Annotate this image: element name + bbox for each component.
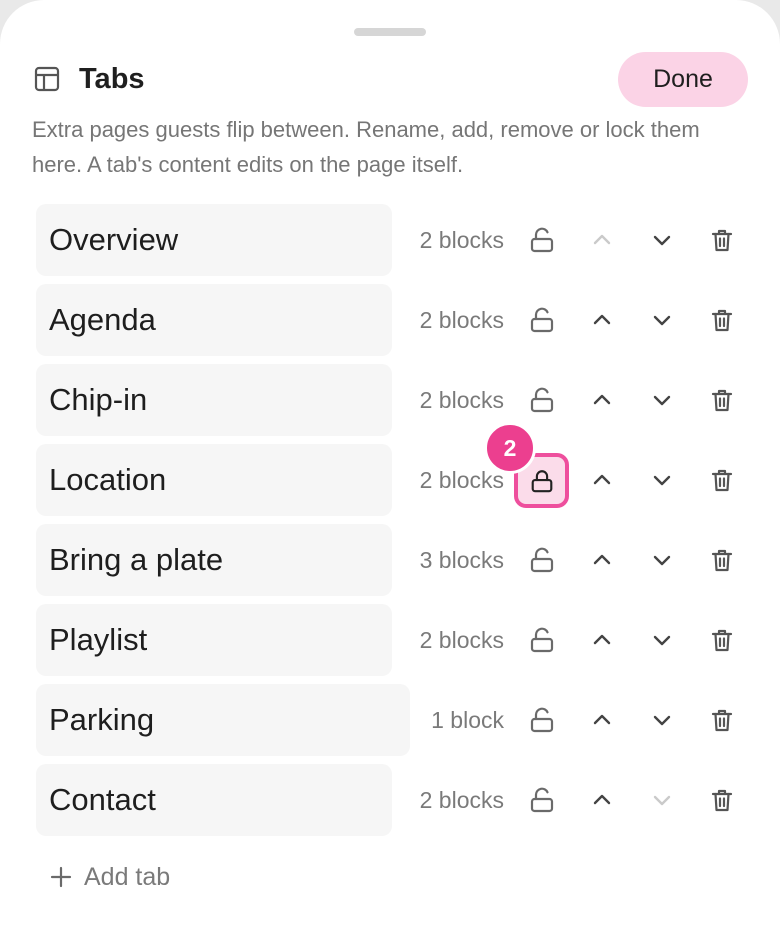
delete-tab-button[interactable] (699, 297, 745, 343)
lock-toggle-button[interactable] (519, 617, 565, 663)
trash-icon (711, 629, 733, 652)
move-down-button[interactable] (639, 377, 685, 423)
trash-icon (711, 229, 733, 252)
chevron-up-icon (593, 394, 611, 405)
trash-icon (711, 549, 733, 572)
tab-name-input[interactable] (36, 684, 410, 756)
move-down-button[interactable] (639, 777, 685, 823)
tab-row: 2 blocks (36, 284, 756, 356)
delete-tab-button[interactable] (699, 217, 745, 263)
tab-row: 2 blocks (36, 764, 756, 836)
block-count: 2 blocks (419, 787, 504, 813)
block-count: 2 blocks (419, 307, 504, 333)
tab-name-input[interactable] (36, 524, 392, 596)
tab-row: 2 blocks 2 (36, 422, 756, 516)
tab-list: 2 blocks 2 blocks (36, 204, 756, 844)
chevron-down-icon (653, 635, 671, 646)
move-up-button[interactable] (579, 537, 625, 583)
chevron-up-icon (593, 554, 611, 565)
block-count: 1 block (431, 707, 504, 733)
add-tab-button[interactable]: Add tab (50, 856, 170, 898)
sheet-grabber[interactable] (354, 28, 426, 36)
unlocked-icon (530, 707, 554, 733)
move-up-button[interactable] (579, 617, 625, 663)
chevron-up-icon (593, 714, 611, 725)
done-button[interactable]: Done (618, 52, 748, 107)
chevron-down-icon (653, 315, 671, 326)
tab-name-input[interactable] (36, 764, 392, 836)
lock-toggle-button[interactable] (519, 297, 565, 343)
step-badge: 2 (484, 422, 536, 474)
unlocked-icon (530, 307, 554, 333)
trash-icon (711, 789, 733, 812)
move-down-button[interactable] (639, 297, 685, 343)
move-down-button[interactable] (639, 537, 685, 583)
block-count: 2 blocks (419, 227, 504, 253)
tab-row: 3 blocks (36, 524, 756, 596)
delete-tab-button[interactable] (699, 457, 745, 503)
move-up-button[interactable] (579, 777, 625, 823)
sheet-description: Extra pages guests flip between. Rename,… (32, 117, 700, 177)
tab-name-input[interactable] (36, 444, 392, 516)
unlocked-icon (530, 387, 554, 413)
delete-tab-button[interactable] (699, 617, 745, 663)
trash-icon (711, 389, 733, 412)
tab-row: 2 blocks (36, 604, 756, 676)
locked-icon (531, 469, 552, 492)
trash-icon (711, 469, 733, 492)
chevron-down-icon (653, 475, 671, 486)
chevron-up-icon (593, 634, 611, 645)
move-up-button[interactable] (579, 297, 625, 343)
chevron-up-icon (593, 234, 611, 245)
move-down-button[interactable] (639, 697, 685, 743)
tab-name-input[interactable] (36, 604, 392, 676)
move-up-button[interactable] (579, 457, 625, 503)
trash-icon (711, 309, 733, 332)
delete-tab-button[interactable] (699, 697, 745, 743)
lock-toggle-button[interactable] (519, 697, 565, 743)
layout-icon (34, 66, 60, 92)
tab-name-input[interactable] (36, 364, 392, 436)
tab-row: 2 blocks (36, 204, 756, 276)
add-tab-label: Add tab (84, 862, 171, 891)
sheet-title: Tabs (79, 63, 145, 95)
plus-icon (50, 866, 72, 888)
chevron-down-icon (653, 555, 671, 566)
tab-name-input[interactable] (36, 204, 392, 276)
chevron-down-icon (653, 235, 671, 246)
chevron-down-icon (653, 795, 671, 806)
delete-tab-button[interactable] (699, 377, 745, 423)
move-down-button[interactable] (639, 457, 685, 503)
block-count: 2 blocks (419, 387, 504, 413)
chevron-up-icon (593, 474, 611, 485)
delete-tab-button[interactable] (699, 537, 745, 583)
chevron-down-icon (653, 395, 671, 406)
chevron-up-icon (593, 794, 611, 805)
move-down-button[interactable] (639, 617, 685, 663)
unlocked-icon (530, 627, 554, 653)
tab-row: 1 block (36, 684, 756, 756)
block-count: 3 blocks (419, 547, 504, 573)
chevron-up-icon (593, 314, 611, 325)
move-up-button[interactable] (579, 697, 625, 743)
move-down-button[interactable] (639, 217, 685, 263)
tab-name-input[interactable] (36, 284, 392, 356)
chevron-down-icon (653, 715, 671, 726)
trash-icon (711, 709, 733, 732)
unlocked-icon (530, 227, 554, 253)
lock-toggle-button[interactable] (519, 217, 565, 263)
lock-toggle-button[interactable] (519, 377, 565, 423)
unlocked-icon (530, 547, 554, 573)
lock-toggle-button[interactable] (519, 537, 565, 583)
lock-toggle-button[interactable] (519, 777, 565, 823)
tabs-sheet: Tabs Done Extra pages guests flip betwee… (0, 0, 780, 928)
move-up-button[interactable] (579, 377, 625, 423)
move-up-button[interactable] (579, 217, 625, 263)
tab-row: 2 blocks (36, 364, 756, 436)
unlocked-icon (530, 787, 554, 813)
block-count: 2 blocks (419, 627, 504, 653)
delete-tab-button[interactable] (699, 777, 745, 823)
